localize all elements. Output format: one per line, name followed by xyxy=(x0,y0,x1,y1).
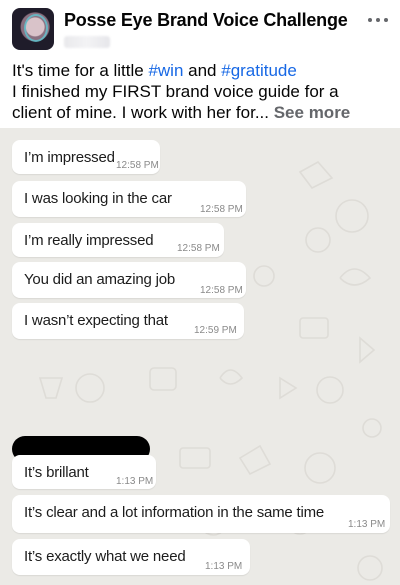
chat-message-text: It’s brillant xyxy=(24,464,89,481)
more-options-icon[interactable] xyxy=(366,12,390,28)
chat-message-time: 1:13 PM xyxy=(348,519,386,530)
post-text-segment: It's time for a little xyxy=(12,61,149,80)
post-text-line-1: It's time for a little #win and #gratitu… xyxy=(12,60,396,81)
blurred-author-name xyxy=(64,36,110,48)
avatar-ring xyxy=(24,14,48,42)
chat-message-time: 12:58 PM xyxy=(177,243,220,254)
group-avatar[interactable] xyxy=(12,8,54,50)
chat-message: I’m really impressed 12:58 PM xyxy=(12,223,224,257)
post-text-segment: client of mine. I work with her for... xyxy=(12,103,274,122)
chat-message-text: It’s clear and a lot information in the … xyxy=(24,504,325,521)
chat-message-text: I was looking in the car xyxy=(24,190,172,207)
chat-message: I’m impressed 12:58 PM xyxy=(12,140,160,174)
chat-screenshot[interactable]: I’m impressed 12:58 PM I was looking in … xyxy=(0,128,400,585)
chat-message: I wasn’t expecting that 12:59 PM xyxy=(12,303,244,339)
chat-message-time: 1:13 PM xyxy=(205,561,243,572)
chat-message-text: It’s exactly what we need xyxy=(24,548,186,565)
chat-message-text: I wasn’t expecting that xyxy=(24,312,168,329)
group-title[interactable]: Posse Eye Brand Voice Challenge xyxy=(64,10,348,31)
chat-message: It’s exactly what we need 1:13 PM xyxy=(12,539,250,575)
post-text-segment: and xyxy=(183,61,222,80)
chat-message-time: 1:13 PM xyxy=(116,476,154,487)
post-text: It's time for a little #win and #gratitu… xyxy=(12,60,396,123)
post-text-line-2: I finished my FIRST brand voice guide fo… xyxy=(12,82,339,101)
chat-message-text: You did an amazing job xyxy=(24,271,175,288)
hashtag-gratitude[interactable]: #gratitude xyxy=(221,61,297,80)
chat-message-time: 12:59 PM xyxy=(194,325,237,336)
chat-message: You did an amazing job 12:58 PM xyxy=(12,262,246,298)
chat-message: It’s brillant 1:13 PM xyxy=(12,455,156,489)
chat-message-time: 12:58 PM xyxy=(200,285,243,296)
see-more-link[interactable]: See more xyxy=(274,103,351,122)
post-header: Posse Eye Brand Voice Challenge xyxy=(0,0,400,56)
hashtag-win[interactable]: #win xyxy=(148,61,183,80)
chat-message: I was looking in the car 12:58 PM xyxy=(12,181,246,217)
chat-message-text: I’m really impressed xyxy=(24,232,154,249)
chat-message-text: I’m impressed xyxy=(24,149,115,166)
chat-message: It’s clear and a lot information in the … xyxy=(12,495,390,533)
chat-message-time: 12:58 PM xyxy=(200,204,243,215)
post-text-line-3: client of mine. I work with her for... S… xyxy=(12,102,396,123)
chat-message-time: 12:58 PM xyxy=(116,160,159,171)
